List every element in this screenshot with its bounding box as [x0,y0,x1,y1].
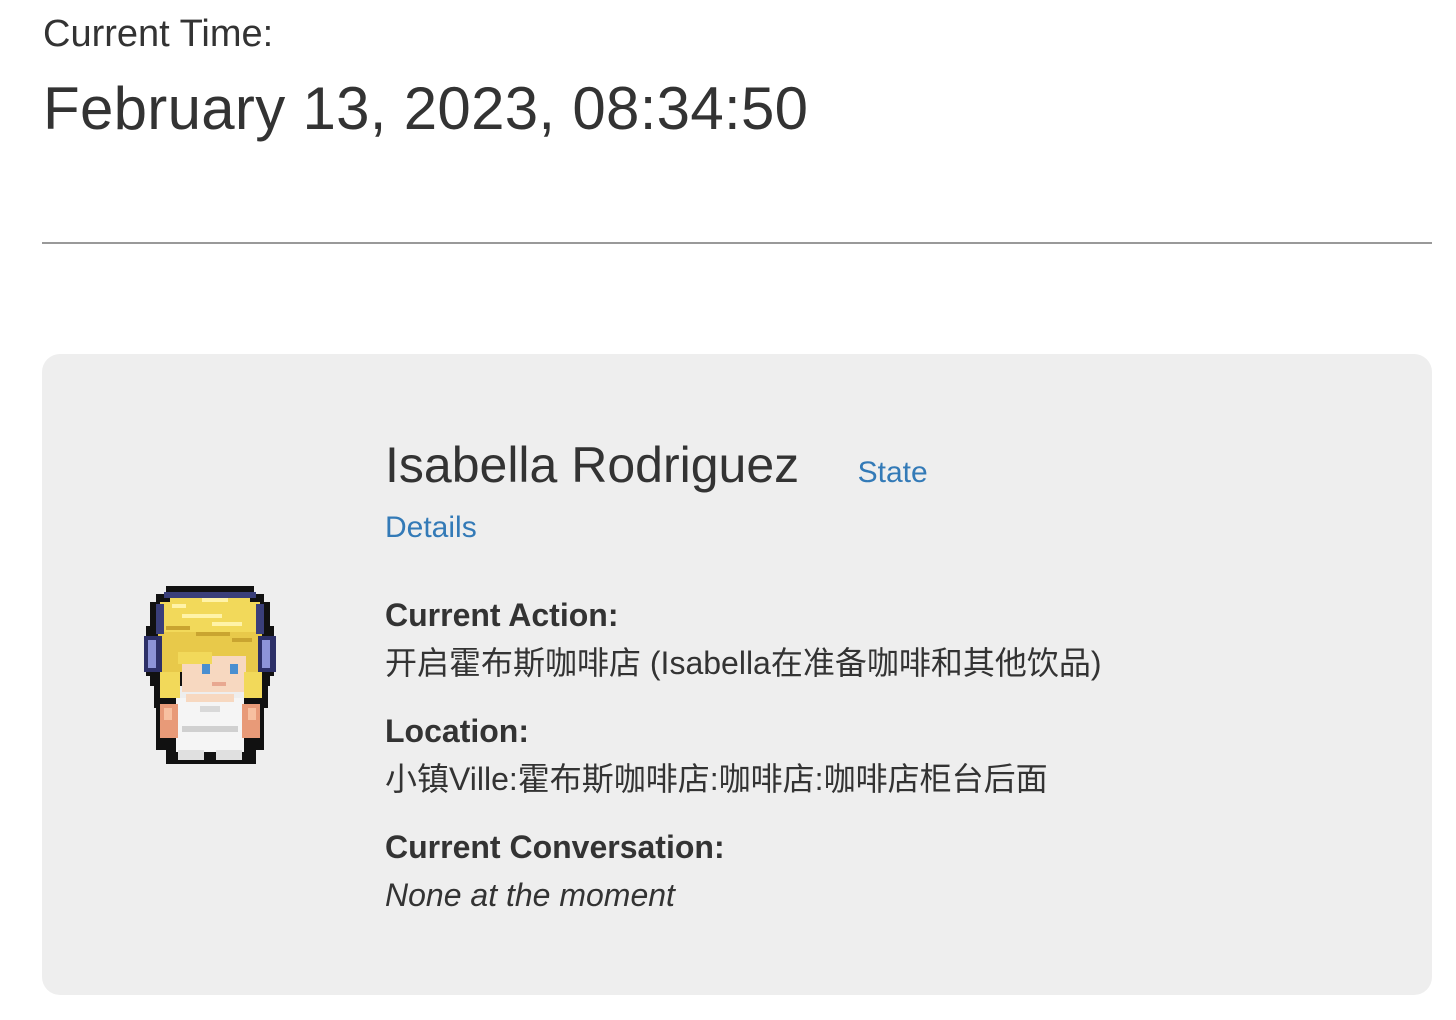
persona-header: Isabella Rodriguez State [385,434,928,496]
persona-card: Isabella Rodriguez State Details Current… [42,354,1432,995]
state-link[interactable]: State [858,456,928,490]
persona-avatar [142,586,278,764]
pixel-character-avatar-icon [144,586,276,764]
current-action-section: Current Action: 开启霍布斯咖啡店 (Isabella在准备咖啡和… [385,596,1102,682]
current-time-label: Current Time: [43,13,274,55]
persona-name: Isabella Rodriguez [385,437,800,493]
current-time-value: February 13, 2023, 08:34:50 [43,75,809,142]
current-conversation-value: None at the moment [385,877,675,913]
current-action-label: Current Action: [385,597,619,633]
current-action-value: 开启霍布斯咖啡店 (Isabella在准备咖啡和其他饮品) [385,645,1102,681]
details-link[interactable]: Details [385,510,477,546]
location-value: 小镇Ville:霍布斯咖啡店:咖啡店:咖啡店柜台后面 [385,761,1048,797]
divider [42,242,1432,244]
current-conversation-label: Current Conversation: [385,829,725,865]
location-label: Location: [385,713,529,749]
current-conversation-section: Current Conversation: None at the moment [385,828,725,914]
location-section: Location: 小镇Ville:霍布斯咖啡店:咖啡店:咖啡店柜台后面 [385,712,1048,798]
